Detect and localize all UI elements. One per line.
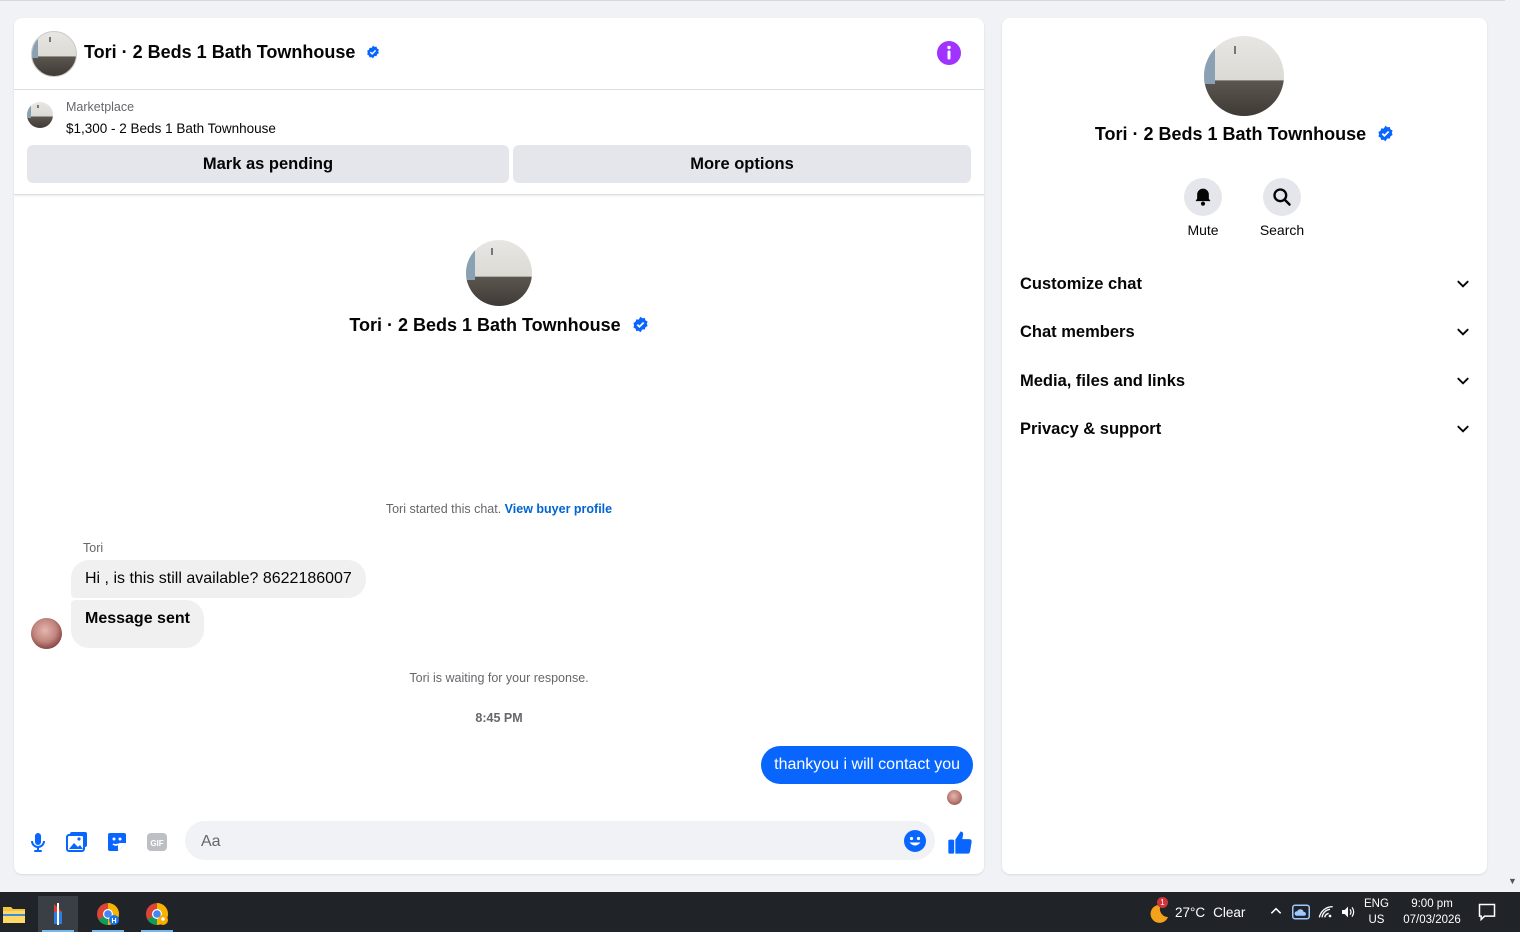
chevron-down-icon bbox=[1457, 425, 1469, 433]
chat-started-text: Tori started this chat. bbox=[385, 502, 502, 516]
chat-title-text: Tori · 2 Beds 1 Bath Townhouse bbox=[84, 42, 356, 62]
chat-panel: Tori · 2 Beds 1 Bath Townhouse Marketpla… bbox=[14, 18, 984, 874]
section-media-files-links[interactable]: Media, files and links bbox=[1020, 361, 1470, 401]
window-top-border bbox=[0, 0, 1505, 1]
listing-thumbnail[interactable] bbox=[27, 102, 53, 128]
intro-avatar[interactable] bbox=[466, 240, 532, 306]
section-label: Media, files and links bbox=[1020, 371, 1186, 390]
sender-avatar[interactable] bbox=[31, 618, 62, 649]
message-composer bbox=[185, 821, 935, 862]
svg-text:H: H bbox=[111, 918, 116, 925]
volume-icon[interactable] bbox=[1340, 904, 1356, 920]
chrome-icon: H bbox=[97, 903, 119, 925]
scroll-down-arrow-icon[interactable]: ▼ bbox=[1508, 876, 1517, 886]
section-label: Privacy & support bbox=[1020, 419, 1162, 438]
clock-date: 07/03/2026 bbox=[1403, 914, 1461, 926]
chrome-button-1[interactable]: H bbox=[88, 896, 128, 932]
waiting-notice: Tori is waiting for your response. bbox=[409, 671, 589, 685]
weather-icon: 1 bbox=[1145, 897, 1168, 923]
verified-icon bbox=[633, 316, 648, 333]
taskbar-app-button[interactable] bbox=[38, 896, 78, 932]
view-buyer-profile-link[interactable]: View buyer profile bbox=[505, 502, 612, 516]
emoji-icon[interactable] bbox=[903, 829, 927, 853]
verified-icon bbox=[367, 45, 380, 59]
language-code: ENG bbox=[1364, 898, 1389, 910]
file-explorer-icon bbox=[3, 907, 25, 923]
mute-button-circle[interactable] bbox=[1184, 178, 1222, 216]
keyboard-layout: US bbox=[1368, 914, 1385, 926]
conversation-details-panel: Tori · 2 Beds 1 Bath Townhouse Mute Sear… bbox=[1002, 18, 1487, 874]
marketplace-listing-bar: Marketplace $1,300 - 2 Beds 1 Bath Townh… bbox=[14, 90, 984, 195]
chrome-icon bbox=[146, 903, 168, 925]
onedrive-icon[interactable] bbox=[1292, 904, 1310, 920]
message-input[interactable] bbox=[199, 821, 893, 862]
info-icon[interactable] bbox=[937, 41, 961, 65]
section-label: Customize chat bbox=[1020, 274, 1142, 293]
incoming-message[interactable]: Message sent bbox=[71, 600, 204, 648]
chevron-down-icon bbox=[1457, 328, 1469, 336]
thumbs-up-icon[interactable] bbox=[946, 828, 974, 856]
chrome-button-2[interactable] bbox=[137, 896, 177, 932]
section-customize-chat[interactable]: Customize chat bbox=[1020, 264, 1470, 304]
page-scrollbar[interactable]: ▼ bbox=[1505, 0, 1520, 892]
notification-icon[interactable] bbox=[1477, 902, 1497, 922]
section-chat-members[interactable]: Chat members bbox=[1020, 312, 1470, 352]
gif-icon[interactable]: GIF bbox=[145, 830, 169, 854]
weather-widget[interactable]: 1 27°C Clear bbox=[1145, 897, 1246, 923]
message-timestamp: 8:45 PM bbox=[475, 711, 523, 725]
intro-title-text: Tori · 2 Beds 1 Bath Townhouse bbox=[349, 315, 621, 335]
chat-title[interactable]: Tori · 2 Beds 1 Bath Townhouse bbox=[84, 42, 380, 63]
svg-text:GIF: GIF bbox=[150, 839, 163, 848]
listing-title[interactable]: $1,300 - 2 Beds 1 Bath Townhouse bbox=[66, 121, 276, 136]
bell-icon bbox=[1195, 188, 1211, 206]
app-icon bbox=[54, 903, 62, 925]
search-label: Search bbox=[1259, 222, 1305, 238]
incoming-message[interactable]: Hi , is this still available? 8622186007 bbox=[71, 560, 366, 598]
section-label: Chat members bbox=[1020, 322, 1135, 341]
chevron-down-icon bbox=[1457, 280, 1469, 288]
outgoing-message[interactable]: thankyou i will contact you bbox=[761, 746, 973, 784]
sender-name: Tori bbox=[83, 541, 104, 555]
microphone-icon[interactable] bbox=[26, 830, 50, 854]
weather-badge: 1 bbox=[1157, 897, 1168, 908]
chat-started-notice: Tori started this chat. View buyer profi… bbox=[14, 502, 984, 516]
more-options-button[interactable]: More options bbox=[513, 145, 971, 183]
chevron-up-icon[interactable] bbox=[1269, 904, 1283, 918]
mark-as-pending-button[interactable]: Mark as pending bbox=[27, 145, 509, 183]
photo-icon[interactable] bbox=[65, 830, 89, 854]
seen-indicator-avatar bbox=[947, 790, 962, 805]
chat-avatar[interactable] bbox=[31, 31, 77, 77]
verified-icon bbox=[1378, 125, 1393, 142]
profile-title[interactable]: Tori · 2 Beds 1 Bath Townhouse bbox=[1002, 124, 1487, 145]
wifi-icon[interactable] bbox=[1318, 905, 1334, 919]
windows-taskbar: H 1 27°C Clear ENG US 9:00 pm 07/03/2026 bbox=[0, 892, 1520, 932]
search-button-circle[interactable] bbox=[1263, 178, 1301, 216]
clock-time: 9:00 pm bbox=[1411, 898, 1453, 910]
marketplace-label: Marketplace bbox=[66, 100, 135, 114]
search-icon bbox=[1273, 188, 1291, 206]
file-explorer-button[interactable] bbox=[0, 896, 34, 932]
mute-label: Mute bbox=[1187, 222, 1219, 238]
search-button[interactable]: Search bbox=[1247, 178, 1317, 238]
weather-temperature: 27°C bbox=[1175, 904, 1206, 920]
chevron-down-icon bbox=[1457, 377, 1469, 385]
mute-button[interactable]: Mute bbox=[1168, 178, 1238, 238]
profile-avatar[interactable] bbox=[1204, 36, 1284, 116]
chat-header: Tori · 2 Beds 1 Bath Townhouse bbox=[14, 18, 984, 90]
input-language-indicator[interactable]: ENG US bbox=[1364, 896, 1389, 928]
profile-title-text: Tori · 2 Beds 1 Bath Townhouse bbox=[1094, 124, 1367, 144]
weather-condition: Clear bbox=[1213, 904, 1246, 920]
sticker-icon[interactable] bbox=[105, 830, 129, 854]
intro-title: Tori · 2 Beds 1 Bath Townhouse bbox=[14, 315, 984, 336]
section-privacy-support[interactable]: Privacy & support bbox=[1020, 409, 1470, 449]
system-clock[interactable]: 9:00 pm 07/03/2026 bbox=[1398, 896, 1466, 928]
